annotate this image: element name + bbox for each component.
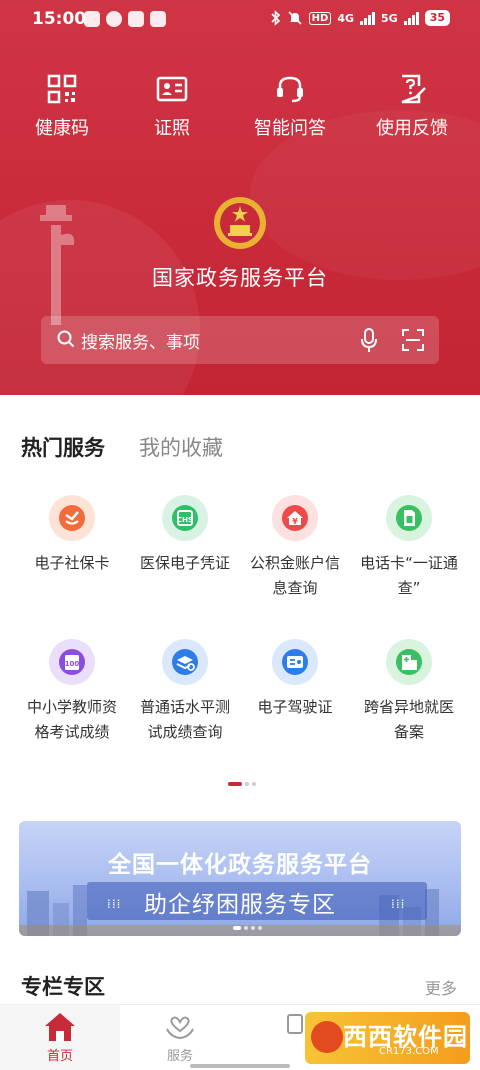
qr-code-icon — [47, 74, 77, 104]
home-icon — [45, 1013, 75, 1041]
scan-icon[interactable] — [401, 328, 425, 352]
service-label: 中小学教师资格考试成绩 — [26, 698, 117, 741]
watermark-icon — [311, 1021, 343, 1053]
nav-home[interactable]: 首页 — [20, 1011, 100, 1064]
hd-badge: HD — [308, 11, 332, 25]
service-label: 公积金账户信息查询 — [249, 554, 340, 597]
banner-headline: 全国一体化政务服务平台 — [108, 852, 372, 878]
pager-dot — [245, 782, 249, 786]
service-medical-insurance[interactable]: CHS 医保电子凭证 — [125, 495, 245, 576]
service-label: 电子驾驶证 — [257, 698, 333, 716]
banner-pager-dot — [244, 926, 248, 930]
watermark-logo: 西西软件园 CR173.COM — [305, 1012, 470, 1064]
sim-card-icon — [386, 495, 432, 541]
tab-my-favorites[interactable]: 我的收藏 — [139, 432, 223, 462]
watermark-subtext: CR173.COM — [379, 1046, 439, 1057]
4g-label: 4G — [337, 11, 354, 25]
header-banner: 15:00 HD 4G 5G 35 健康码 证照 智能问答 使用反馈 国家政务服… — [0, 0, 480, 395]
banner-pager — [233, 926, 262, 930]
quick-action-certificates[interactable]: 证照 — [112, 74, 232, 140]
system-icons: HD 4G 5G 35 — [271, 10, 450, 26]
banner-pager-dot — [251, 926, 255, 930]
decorative-swirl — [0, 200, 200, 395]
pager-dot — [252, 782, 256, 786]
status-time: 15:00 — [32, 9, 87, 29]
k-notification-icon — [106, 11, 122, 27]
service-label: 普通话水平测试成绩查询 — [139, 698, 230, 741]
headset-icon — [277, 76, 303, 103]
search-bar[interactable]: 搜索服务、事项 — [41, 316, 439, 364]
banner-pager-dot — [258, 926, 262, 930]
housing-fund-icon: ¥ — [272, 495, 318, 541]
quick-action-label: 智能问答 — [254, 118, 326, 139]
service-social-security-card[interactable]: 电子社保卡 — [12, 495, 132, 576]
service-grid-pager — [228, 782, 256, 786]
platform-title: 国家政务服务平台 — [152, 266, 328, 290]
service-label: 电子社保卡 — [34, 554, 110, 572]
national-emblem-icon — [214, 197, 266, 249]
hospital-icon — [386, 639, 432, 685]
quick-action-feedback[interactable]: 使用反馈 — [352, 74, 472, 140]
mute-icon — [288, 11, 302, 25]
mandarin-test-icon — [162, 639, 208, 685]
feedback-icon — [401, 74, 426, 104]
pager-dot-active — [228, 782, 242, 786]
service-driver-license[interactable]: 电子驾驶证 — [235, 639, 355, 720]
service-teacher-exam[interactable]: 100 中小学教师资格考试成绩 — [12, 639, 132, 745]
banner-pager-dot-active — [233, 926, 241, 930]
weibo-notification-icon — [128, 11, 144, 27]
nav-label: 服务 — [166, 1049, 193, 1064]
section-title: 专栏专区 — [21, 975, 105, 999]
status-bar: 15:00 HD 4G 5G 35 — [0, 0, 480, 40]
5g-label: 5G — [381, 11, 398, 25]
id-card-icon — [156, 76, 188, 102]
teacher-exam-icon: 100 — [49, 639, 95, 685]
svg-text:100: 100 — [65, 660, 80, 668]
signal-icon — [403, 11, 419, 25]
service-cross-province-medical[interactable]: 跨省异地就医备案 — [349, 639, 469, 745]
service-mandarin-test[interactable]: 普通话水平测试成绩查询 — [125, 639, 245, 745]
service-label: 电话卡“一证通查” — [360, 554, 458, 597]
svg-text:¥: ¥ — [292, 517, 298, 526]
driver-license-icon — [272, 639, 318, 685]
microphone-icon[interactable] — [359, 327, 379, 353]
notification-icons — [84, 11, 166, 27]
more-link[interactable]: 更多 — [425, 975, 457, 999]
app-notification-icon — [84, 11, 100, 27]
banner-subheadline: 助企纾困服务专区 — [144, 892, 336, 918]
promo-banner[interactable]: 全国一体化政务服务平台 ⁞⁞⁞ ⁞⁞⁞ 助企纾困服务专区 — [19, 821, 461, 936]
search-icon — [57, 330, 75, 348]
quick-action-label: 使用反馈 — [376, 118, 448, 139]
medical-insurance-icon: CHS — [162, 495, 208, 541]
svg-text:CHS: CHS — [177, 516, 193, 524]
quick-action-health-code[interactable]: 健康码 — [2, 74, 122, 140]
service-sim-card-check[interactable]: 电话卡“一证通查” — [349, 495, 469, 601]
signal-icon — [360, 11, 375, 25]
nav-services[interactable]: 服务 — [140, 1011, 220, 1064]
quick-action-label: 健康码 — [35, 118, 89, 139]
search-placeholder: 搜索服务、事项 — [81, 333, 200, 353]
service-label: 跨省异地就医备案 — [363, 698, 454, 741]
battery-indicator: 35 — [424, 10, 450, 26]
tab-hot-services[interactable]: 热门服务 — [21, 432, 105, 462]
location-notification-icon — [150, 11, 166, 27]
service-label: 医保电子凭证 — [139, 554, 230, 572]
quick-actions: 健康码 证照 智能问答 使用反馈 — [0, 74, 480, 154]
service-housing-fund[interactable]: ¥ 公积金账户信息查询 — [235, 495, 355, 601]
nav-label: 首页 — [46, 1049, 73, 1064]
quick-action-label: 证照 — [154, 118, 190, 139]
home-indicator — [190, 1064, 290, 1068]
quick-action-smart-qa[interactable]: 智能问答 — [230, 74, 350, 140]
social-security-icon — [49, 495, 95, 541]
heart-hands-icon — [166, 1016, 194, 1040]
bluetooth-icon — [271, 10, 280, 26]
